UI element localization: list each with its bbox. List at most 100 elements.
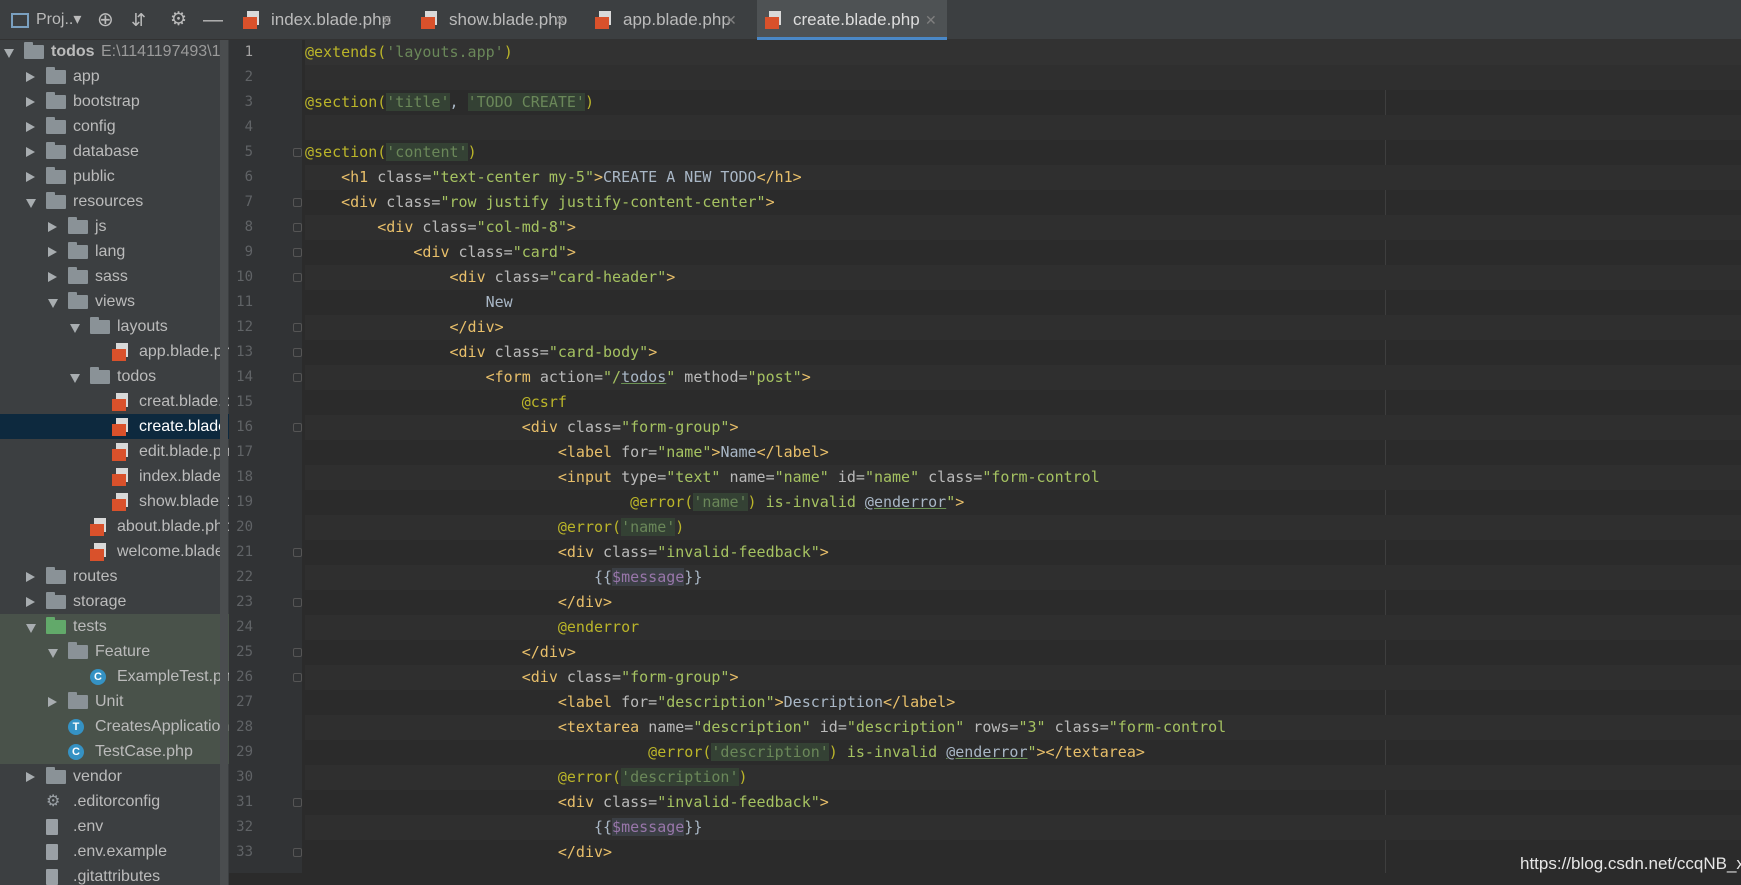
collapsed-arrow-icon[interactable]	[48, 222, 57, 232]
collapsed-arrow-icon[interactable]	[48, 247, 57, 257]
expanded-arrow-icon[interactable]	[4, 49, 14, 58]
code-line[interactable]: <div class="col-md-8">	[305, 215, 1741, 240]
tree-item-todos[interactable]: todos E:\1141197493\1	[0, 39, 229, 64]
locate-icon[interactable]: ⊕	[97, 9, 114, 31]
project-window-icon[interactable]	[11, 13, 29, 28]
code-line[interactable]: <label for="name">Name</label>	[305, 440, 1741, 465]
tree-item-resources[interactable]: resources	[0, 189, 229, 214]
collapsed-arrow-icon[interactable]	[26, 597, 35, 607]
expanded-arrow-icon[interactable]	[70, 374, 80, 383]
code-line[interactable]: </div>	[305, 640, 1741, 665]
collapsed-arrow-icon[interactable]	[26, 97, 35, 107]
tab-show-blade-php[interactable]: show.blade.php ✕	[413, 0, 577, 40]
code-line[interactable]: @error('description') is-invalid @enderr…	[305, 740, 1741, 765]
tree-item-sass[interactable]: sass	[0, 264, 229, 289]
tree-item-storage[interactable]: storage	[0, 589, 229, 614]
code-line[interactable]: </div>	[305, 590, 1741, 615]
code-line[interactable]: <div class="card-body">	[305, 340, 1741, 365]
code-line[interactable]: <div class="form-group">	[305, 415, 1741, 440]
collapsed-arrow-icon[interactable]	[26, 147, 35, 157]
fold-marker-icon[interactable]	[293, 673, 302, 682]
tree-item-tests[interactable]: tests	[0, 614, 229, 639]
fold-marker-icon[interactable]	[293, 348, 302, 357]
fold-marker-icon[interactable]	[293, 323, 302, 332]
code-line[interactable]: @csrf	[305, 390, 1741, 415]
tree-item-lang[interactable]: lang	[0, 239, 229, 264]
expanded-arrow-icon[interactable]	[48, 299, 58, 308]
tree-item-js[interactable]: js	[0, 214, 229, 239]
fold-marker-icon[interactable]	[293, 223, 302, 232]
collapsed-arrow-icon[interactable]	[48, 697, 57, 707]
tree-item-feature[interactable]: Feature	[0, 639, 229, 664]
project-view-dropdown[interactable]: Proj..▾	[36, 9, 81, 31]
fold-marker-icon[interactable]	[293, 848, 302, 857]
code-line[interactable]: <div class="form-group">	[305, 665, 1741, 690]
collapsed-arrow-icon[interactable]	[26, 572, 35, 582]
collapsed-arrow-icon[interactable]	[48, 272, 57, 282]
tree-item-edit-blade-ph[interactable]: edit.blade.ph	[0, 439, 229, 464]
tab-create-blade-php[interactable]: create.blade.php ✕	[757, 0, 947, 40]
code-line[interactable]: <input type="text" name="name" id="name"…	[305, 465, 1741, 490]
code-line[interactable]	[305, 65, 1741, 90]
tree-item-create-blade[interactable]: create.blade	[0, 414, 229, 439]
tree-item-public[interactable]: public	[0, 164, 229, 189]
fold-marker-icon[interactable]	[293, 648, 302, 657]
code-line[interactable]	[305, 115, 1741, 140]
tree-item-routes[interactable]: routes	[0, 564, 229, 589]
tree-item-welcome-blade[interactable]: welcome.blade.	[0, 539, 229, 564]
tree-item-testcase-php[interactable]: C TestCase.php	[0, 739, 229, 764]
tree-item-app[interactable]: app	[0, 64, 229, 89]
tree-item-show-blade-p[interactable]: show.blade.p	[0, 489, 229, 514]
expanded-arrow-icon[interactable]	[26, 199, 36, 208]
close-icon[interactable]: ✕	[925, 0, 937, 40]
tree-item-database[interactable]: database	[0, 139, 229, 164]
code-line[interactable]: <div class="row justify justify-content-…	[305, 190, 1741, 215]
tree-item-about-blade-php[interactable]: about.blade.php	[0, 514, 229, 539]
fold-marker-icon[interactable]	[293, 273, 302, 282]
close-icon[interactable]: ✕	[555, 0, 567, 40]
fold-marker-icon[interactable]	[293, 798, 302, 807]
tree-item-env-example[interactable]: .env.example	[0, 839, 229, 864]
expanded-arrow-icon[interactable]	[70, 324, 80, 333]
code-line[interactable]: <h1 class="text-center my-5">CREATE A NE…	[305, 165, 1741, 190]
tab-app-blade-php[interactable]: app.blade.php ✕	[587, 0, 747, 40]
tree-item-config[interactable]: config	[0, 114, 229, 139]
fold-marker-icon[interactable]	[293, 148, 302, 157]
gear-icon[interactable]: ⚙	[170, 9, 187, 31]
tree-item-editorconfig[interactable]: ⚙ .editorconfig	[0, 789, 229, 814]
fold-marker-icon[interactable]	[293, 373, 302, 382]
tree-item-env[interactable]: .env	[0, 814, 229, 839]
tree-item-todos[interactable]: todos	[0, 364, 229, 389]
code-line[interactable]: <div class="card-header">	[305, 265, 1741, 290]
fold-marker-icon[interactable]	[293, 598, 302, 607]
tree-item-app-blade-ph[interactable]: app.blade.ph	[0, 339, 229, 364]
code-line[interactable]: @error('description')	[305, 765, 1741, 790]
code-line[interactable]: <form action="/todos" method="post">	[305, 365, 1741, 390]
expanded-arrow-icon[interactable]	[48, 649, 58, 658]
tree-item-creat-blade-p[interactable]: creat.blade.p	[0, 389, 229, 414]
project-scrollbar[interactable]	[220, 40, 228, 885]
code-line[interactable]: New	[305, 290, 1741, 315]
tree-item-index-blade[interactable]: index.blade.	[0, 464, 229, 489]
fold-marker-icon[interactable]	[293, 248, 302, 257]
code-line[interactable]: <label for="description">Description</la…	[305, 690, 1741, 715]
code-line[interactable]: <div class="invalid-feedback">	[305, 540, 1741, 565]
expanded-arrow-icon[interactable]	[26, 624, 36, 633]
tree-item-exampletest-ph[interactable]: C ExampleTest.ph	[0, 664, 229, 689]
code-line[interactable]: <div class="invalid-feedback">	[305, 790, 1741, 815]
collapse-all-icon[interactable]: ⇵	[131, 9, 146, 31]
fold-marker-icon[interactable]	[293, 198, 302, 207]
editor-horizontal-scroll[interactable]	[229, 873, 1741, 885]
close-icon[interactable]: ✕	[725, 0, 737, 40]
tree-item-createsapplication[interactable]: T CreatesApplication	[0, 714, 229, 739]
code-line[interactable]: @error('name')	[305, 515, 1741, 540]
fold-marker-icon[interactable]	[293, 423, 302, 432]
code-line[interactable]: <textarea name="description" id="descrip…	[305, 715, 1741, 740]
collapsed-arrow-icon[interactable]	[26, 122, 35, 132]
tree-item-bootstrap[interactable]: bootstrap	[0, 89, 229, 114]
code-line[interactable]: {{$message}}	[305, 565, 1741, 590]
code-line[interactable]: @enderror	[305, 615, 1741, 640]
tree-item-vendor[interactable]: vendor	[0, 764, 229, 789]
collapsed-arrow-icon[interactable]	[26, 772, 35, 782]
tree-item-views[interactable]: views	[0, 289, 229, 314]
